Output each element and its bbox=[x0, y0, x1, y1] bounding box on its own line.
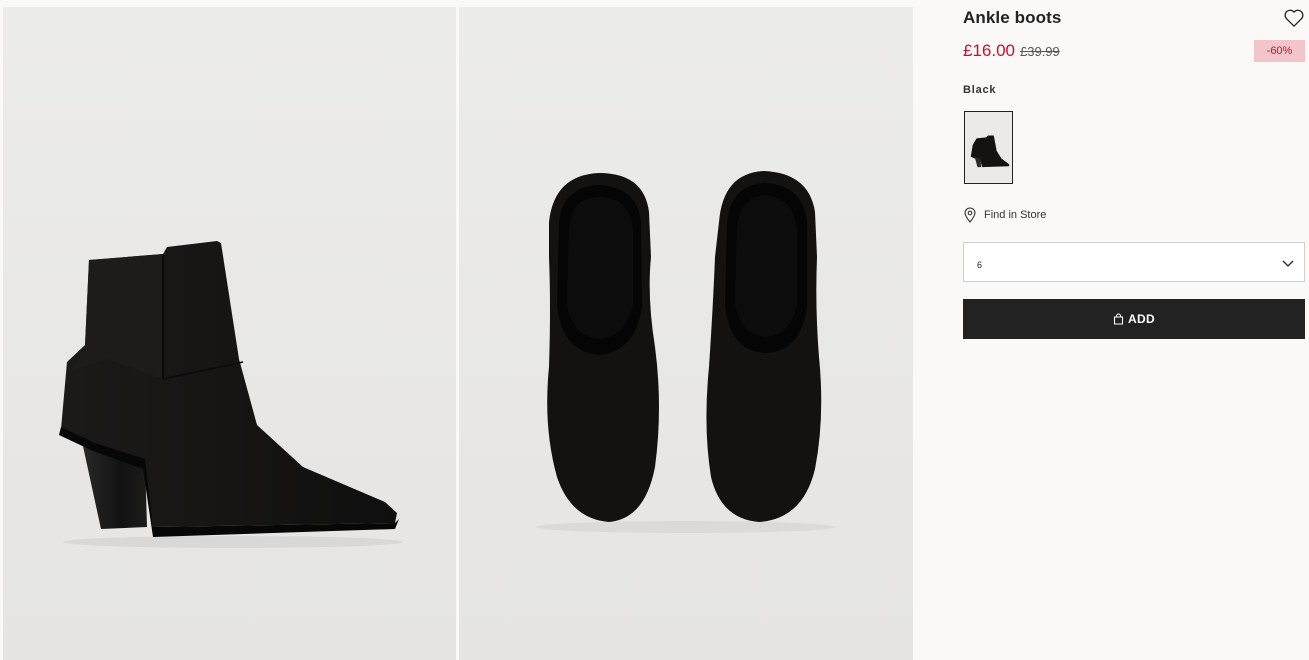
product-title: Ankle boots bbox=[963, 8, 1062, 27]
price-row: £16.00 £39.99 bbox=[963, 41, 1060, 61]
product-image-side[interactable] bbox=[3, 7, 456, 660]
boot-pair-top-illustration bbox=[536, 171, 836, 533]
find-in-store-link[interactable]: Find in Store bbox=[963, 207, 1046, 223]
product-page: Ankle boots £16.00 £39.99 -60% Black Fin… bbox=[0, 0, 1309, 660]
boot-side-illustration bbox=[59, 241, 403, 548]
color-name: Black bbox=[963, 84, 997, 96]
product-details: Ankle boots £16.00 £39.99 -60% Black Fin… bbox=[963, 0, 1305, 660]
size-select[interactable]: 6 bbox=[963, 242, 1305, 282]
color-swatch-black[interactable] bbox=[964, 111, 1013, 184]
find-in-store-label: Find in Store bbox=[984, 209, 1047, 221]
chevron-down-icon bbox=[1282, 260, 1294, 267]
size-selected-value: 6 bbox=[977, 260, 983, 270]
add-button-label: ADD bbox=[1128, 312, 1155, 326]
add-to-bag-button[interactable]: ADD bbox=[963, 299, 1305, 339]
location-pin-icon bbox=[964, 207, 976, 223]
sale-price: £16.00 bbox=[963, 41, 1015, 60]
original-price: £39.99 bbox=[1020, 44, 1060, 59]
shopping-bag-icon bbox=[1113, 313, 1124, 325]
discount-badge: -60% bbox=[1254, 40, 1305, 62]
heart-icon[interactable] bbox=[1283, 8, 1305, 28]
swatch-boot-thumbnail bbox=[970, 135, 1010, 168]
product-image-top[interactable] bbox=[459, 7, 913, 660]
